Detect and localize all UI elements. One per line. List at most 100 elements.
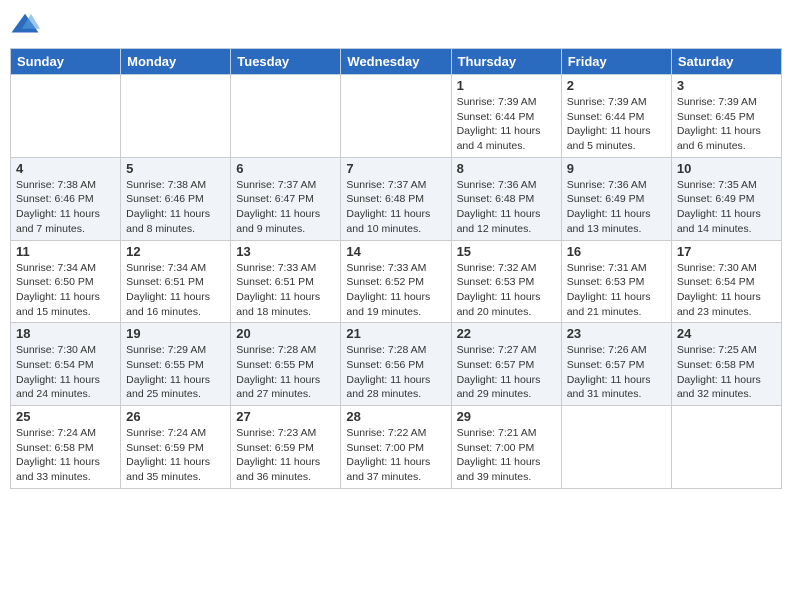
calendar-header-row: SundayMondayTuesdayWednesdayThursdayFrid… bbox=[11, 49, 782, 75]
calendar-week-row: 18 Sunrise: 7:30 AM Sunset: 6:54 PM Dayli… bbox=[11, 323, 782, 406]
day-info: Sunrise: 7:39 AM Sunset: 6:45 PM Dayligh… bbox=[677, 95, 776, 154]
day-info: Sunrise: 7:37 AM Sunset: 6:47 PM Dayligh… bbox=[236, 178, 335, 237]
calendar-day-cell: 8Sunrise: 7:36 AM Sunset: 6:48 PM Daylig… bbox=[451, 157, 561, 240]
calendar-day-cell: 3Sunrise: 7:39 AM Sunset: 6:45 PM Daylig… bbox=[671, 75, 781, 158]
calendar-week-row: 25 Sunrise: 7:24 AM Sunset: 6:58 PM Dayli… bbox=[11, 406, 782, 489]
calendar-week-row: 1 Sunrise: 7:39 AM Sunset: 6:44 PM Daylig… bbox=[11, 75, 782, 158]
calendar-day-cell: 18 Sunrise: 7:30 AM Sunset: 6:54 PM Dayli… bbox=[11, 323, 121, 406]
calendar-day-cell bbox=[341, 75, 451, 158]
day-info: Sunrise: 7:23 AM Sunset: 6:59 PM Dayligh… bbox=[236, 426, 335, 485]
day-info: Sunrise: 7:22 AM Sunset: 7:00 PM Dayligh… bbox=[346, 426, 445, 485]
day-info: Sunrise: 7:36 AM Sunset: 6:49 PM Dayligh… bbox=[567, 178, 666, 237]
day-info: Sunrise: 7:27 AM Sunset: 6:57 PM Dayligh… bbox=[457, 343, 556, 402]
calendar-day-cell: 26Sunrise: 7:24 AM Sunset: 6:59 PM Dayli… bbox=[121, 406, 231, 489]
calendar-day-cell: 1 Sunrise: 7:39 AM Sunset: 6:44 PM Daylig… bbox=[451, 75, 561, 158]
header bbox=[10, 10, 782, 40]
day-info: Sunrise: 7:31 AM Sunset: 6:53 PM Dayligh… bbox=[567, 261, 666, 320]
calendar-day-cell: 17 Sunrise: 7:30 AM Sunset: 6:54 PM Dayli… bbox=[671, 240, 781, 323]
day-info: Sunrise: 7:29 AM Sunset: 6:55 PM Dayligh… bbox=[126, 343, 225, 402]
day-of-week-header: Friday bbox=[561, 49, 671, 75]
calendar-day-cell: 27 Sunrise: 7:23 AM Sunset: 6:59 PM Dayli… bbox=[231, 406, 341, 489]
day-number: 14 bbox=[346, 244, 445, 259]
day-of-week-header: Saturday bbox=[671, 49, 781, 75]
day-info: Sunrise: 7:33 AM Sunset: 6:52 PM Dayligh… bbox=[346, 261, 445, 320]
calendar-day-cell: 28 Sunrise: 7:22 AM Sunset: 7:00 PM Dayli… bbox=[341, 406, 451, 489]
calendar-day-cell: 13Sunrise: 7:33 AM Sunset: 6:51 PM Dayli… bbox=[231, 240, 341, 323]
day-info: Sunrise: 7:28 AM Sunset: 6:56 PM Dayligh… bbox=[346, 343, 445, 402]
calendar-day-cell: 4Sunrise: 7:38 AM Sunset: 6:46 PM Daylig… bbox=[11, 157, 121, 240]
day-number: 21 bbox=[346, 326, 445, 341]
calendar-week-row: 11 Sunrise: 7:34 AM Sunset: 6:50 PM Dayli… bbox=[11, 240, 782, 323]
day-number: 26 bbox=[126, 409, 225, 424]
day-info: Sunrise: 7:26 AM Sunset: 6:57 PM Dayligh… bbox=[567, 343, 666, 402]
day-of-week-header: Sunday bbox=[11, 49, 121, 75]
calendar-week-row: 4Sunrise: 7:38 AM Sunset: 6:46 PM Daylig… bbox=[11, 157, 782, 240]
day-number: 22 bbox=[457, 326, 556, 341]
calendar-day-cell: 9 Sunrise: 7:36 AM Sunset: 6:49 PM Daylig… bbox=[561, 157, 671, 240]
calendar-day-cell bbox=[11, 75, 121, 158]
logo-icon bbox=[10, 10, 40, 40]
day-info: Sunrise: 7:36 AM Sunset: 6:48 PM Dayligh… bbox=[457, 178, 556, 237]
calendar-day-cell bbox=[671, 406, 781, 489]
calendar-day-cell bbox=[121, 75, 231, 158]
day-number: 16 bbox=[567, 244, 666, 259]
day-of-week-header: Wednesday bbox=[341, 49, 451, 75]
calendar-day-cell: 19 Sunrise: 7:29 AM Sunset: 6:55 PM Dayli… bbox=[121, 323, 231, 406]
day-number: 11 bbox=[16, 244, 115, 259]
calendar-day-cell bbox=[561, 406, 671, 489]
day-number: 23 bbox=[567, 326, 666, 341]
calendar-day-cell: 2 Sunrise: 7:39 AM Sunset: 6:44 PM Daylig… bbox=[561, 75, 671, 158]
day-info: Sunrise: 7:33 AM Sunset: 6:51 PM Dayligh… bbox=[236, 261, 335, 320]
day-info: Sunrise: 7:24 AM Sunset: 6:58 PM Dayligh… bbox=[16, 426, 115, 485]
day-info: Sunrise: 7:30 AM Sunset: 6:54 PM Dayligh… bbox=[677, 261, 776, 320]
day-number: 29 bbox=[457, 409, 556, 424]
calendar-day-cell: 15 Sunrise: 7:32 AM Sunset: 6:53 PM Dayli… bbox=[451, 240, 561, 323]
day-number: 27 bbox=[236, 409, 335, 424]
calendar-table: SundayMondayTuesdayWednesdayThursdayFrid… bbox=[10, 48, 782, 489]
day-info: Sunrise: 7:35 AM Sunset: 6:49 PM Dayligh… bbox=[677, 178, 776, 237]
calendar-day-cell: 22 Sunrise: 7:27 AM Sunset: 6:57 PM Dayli… bbox=[451, 323, 561, 406]
calendar-day-cell: 20 Sunrise: 7:28 AM Sunset: 6:55 PM Dayli… bbox=[231, 323, 341, 406]
day-number: 1 bbox=[457, 78, 556, 93]
day-of-week-header: Thursday bbox=[451, 49, 561, 75]
day-info: Sunrise: 7:38 AM Sunset: 6:46 PM Dayligh… bbox=[16, 178, 115, 237]
calendar-day-cell: 12 Sunrise: 7:34 AM Sunset: 6:51 PM Dayli… bbox=[121, 240, 231, 323]
day-info: Sunrise: 7:34 AM Sunset: 6:50 PM Dayligh… bbox=[16, 261, 115, 320]
day-info: Sunrise: 7:30 AM Sunset: 6:54 PM Dayligh… bbox=[16, 343, 115, 402]
day-number: 12 bbox=[126, 244, 225, 259]
calendar-day-cell: 10 Sunrise: 7:35 AM Sunset: 6:49 PM Dayli… bbox=[671, 157, 781, 240]
day-info: Sunrise: 7:28 AM Sunset: 6:55 PM Dayligh… bbox=[236, 343, 335, 402]
day-of-week-header: Monday bbox=[121, 49, 231, 75]
day-info: Sunrise: 7:25 AM Sunset: 6:58 PM Dayligh… bbox=[677, 343, 776, 402]
calendar-day-cell: 7 Sunrise: 7:37 AM Sunset: 6:48 PM Daylig… bbox=[341, 157, 451, 240]
day-info: Sunrise: 7:39 AM Sunset: 6:44 PM Dayligh… bbox=[567, 95, 666, 154]
day-number: 17 bbox=[677, 244, 776, 259]
calendar-day-cell bbox=[231, 75, 341, 158]
day-number: 6 bbox=[236, 161, 335, 176]
day-number: 15 bbox=[457, 244, 556, 259]
day-number: 28 bbox=[346, 409, 445, 424]
day-info: Sunrise: 7:38 AM Sunset: 6:46 PM Dayligh… bbox=[126, 178, 225, 237]
day-number: 10 bbox=[677, 161, 776, 176]
day-number: 7 bbox=[346, 161, 445, 176]
day-number: 9 bbox=[567, 161, 666, 176]
day-info: Sunrise: 7:34 AM Sunset: 6:51 PM Dayligh… bbox=[126, 261, 225, 320]
calendar-day-cell: 5 Sunrise: 7:38 AM Sunset: 6:46 PM Daylig… bbox=[121, 157, 231, 240]
calendar-day-cell: 24 Sunrise: 7:25 AM Sunset: 6:58 PM Dayli… bbox=[671, 323, 781, 406]
day-of-week-header: Tuesday bbox=[231, 49, 341, 75]
day-number: 20 bbox=[236, 326, 335, 341]
logo bbox=[10, 10, 44, 40]
calendar-day-cell: 21 Sunrise: 7:28 AM Sunset: 6:56 PM Dayli… bbox=[341, 323, 451, 406]
day-info: Sunrise: 7:37 AM Sunset: 6:48 PM Dayligh… bbox=[346, 178, 445, 237]
day-info: Sunrise: 7:32 AM Sunset: 6:53 PM Dayligh… bbox=[457, 261, 556, 320]
day-number: 5 bbox=[126, 161, 225, 176]
day-number: 25 bbox=[16, 409, 115, 424]
calendar-day-cell: 23 Sunrise: 7:26 AM Sunset: 6:57 PM Dayli… bbox=[561, 323, 671, 406]
day-number: 18 bbox=[16, 326, 115, 341]
day-info: Sunrise: 7:39 AM Sunset: 6:44 PM Dayligh… bbox=[457, 95, 556, 154]
calendar-day-cell: 29Sunrise: 7:21 AM Sunset: 7:00 PM Dayli… bbox=[451, 406, 561, 489]
calendar-day-cell: 25 Sunrise: 7:24 AM Sunset: 6:58 PM Dayli… bbox=[11, 406, 121, 489]
day-number: 19 bbox=[126, 326, 225, 341]
day-number: 2 bbox=[567, 78, 666, 93]
day-number: 24 bbox=[677, 326, 776, 341]
